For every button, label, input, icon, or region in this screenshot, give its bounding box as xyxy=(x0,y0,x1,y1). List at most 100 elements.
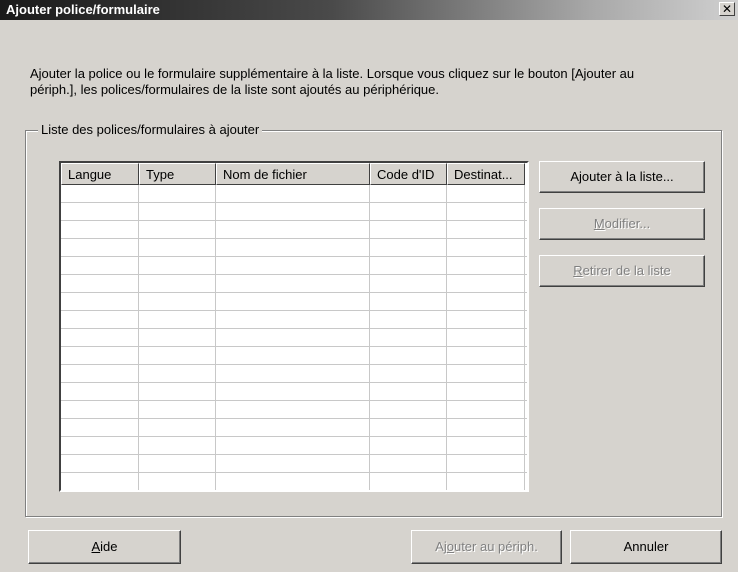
window-title: Ajouter police/formulaire xyxy=(6,2,160,17)
column-header-id-code[interactable]: Code d'ID xyxy=(370,163,447,185)
close-icon: ✕ xyxy=(721,2,733,16)
font-form-listview[interactable]: Langue Type Nom de fichier Code d'ID Des… xyxy=(59,161,529,492)
list-cell xyxy=(370,185,447,202)
list-cell xyxy=(370,311,447,328)
list-row xyxy=(61,419,527,437)
list-row xyxy=(61,203,527,221)
list-cell xyxy=(139,239,216,256)
list-row xyxy=(61,383,527,401)
list-cell xyxy=(447,365,525,382)
column-header-langue[interactable]: Langue xyxy=(61,163,139,185)
list-cell xyxy=(61,257,139,274)
list-cell xyxy=(61,185,139,202)
cancel-label: Annuler xyxy=(623,539,669,554)
listview-body xyxy=(61,185,527,490)
list-cell xyxy=(370,347,447,364)
list-cell xyxy=(61,473,139,490)
list-row xyxy=(61,347,527,365)
list-cell xyxy=(139,311,216,328)
list-cell xyxy=(61,383,139,400)
list-cell xyxy=(139,221,216,238)
list-cell xyxy=(447,383,525,400)
add-to-device-label-accel: o xyxy=(446,539,454,554)
cancel-button[interactable]: Annuler xyxy=(570,530,722,564)
help-button[interactable]: Aide xyxy=(28,530,181,564)
add-to-device-label-pre: Aj xyxy=(435,539,447,554)
add-to-list-button[interactable]: Ajouter à la liste... xyxy=(539,161,705,193)
list-cell xyxy=(447,275,525,292)
list-row xyxy=(61,311,527,329)
list-cell xyxy=(447,473,525,490)
add-to-list-label-pre: A xyxy=(570,169,579,184)
add-to-device-label-post: uter au périph. xyxy=(453,539,538,554)
description-line-1: Ajouter la police ou le formulaire suppl… xyxy=(30,66,635,81)
modify-label-accel: M xyxy=(593,216,605,231)
list-row xyxy=(61,437,527,455)
list-cell xyxy=(139,455,216,472)
list-cell xyxy=(139,203,216,220)
list-row xyxy=(61,221,527,239)
list-row xyxy=(61,329,527,347)
list-cell xyxy=(216,293,370,310)
list-row xyxy=(61,401,527,419)
list-cell xyxy=(61,239,139,256)
list-row xyxy=(61,239,527,257)
remove-label-post: etirer de la liste xyxy=(582,263,671,278)
description-line-2: périph.], les polices/formulaires de la … xyxy=(30,82,440,97)
list-cell xyxy=(139,473,216,490)
remove-label-accel: R xyxy=(573,263,583,278)
column-header-type[interactable]: Type xyxy=(139,163,216,185)
modify-label-post: odifier... xyxy=(604,216,651,231)
add-to-device-button[interactable]: Ajouter au périph. xyxy=(411,530,562,564)
list-cell xyxy=(216,257,370,274)
list-cell xyxy=(61,437,139,454)
list-cell xyxy=(216,365,370,382)
list-cell xyxy=(139,365,216,382)
close-button[interactable]: ✕ xyxy=(719,2,735,16)
list-cell xyxy=(370,257,447,274)
help-label-accel: A xyxy=(91,539,101,554)
column-header-filename[interactable]: Nom de fichier xyxy=(216,163,370,185)
list-cell xyxy=(216,347,370,364)
list-cell xyxy=(216,401,370,418)
list-cell xyxy=(370,419,447,436)
list-cell xyxy=(447,311,525,328)
list-row xyxy=(61,473,527,490)
list-cell xyxy=(61,275,139,292)
list-cell xyxy=(447,185,525,202)
list-cell xyxy=(447,455,525,472)
list-cell xyxy=(216,383,370,400)
modify-button[interactable]: Modifier... xyxy=(539,208,705,240)
list-cell xyxy=(61,455,139,472)
list-cell xyxy=(216,239,370,256)
list-cell xyxy=(61,419,139,436)
list-cell xyxy=(139,401,216,418)
list-cell xyxy=(216,203,370,220)
list-cell xyxy=(447,347,525,364)
list-cell xyxy=(447,401,525,418)
list-cell xyxy=(370,383,447,400)
group-label: Liste des polices/formulaires à ajouter xyxy=(38,122,263,137)
remove-from-list-button[interactable]: Retirer de la liste xyxy=(539,255,705,287)
listview-header: Langue Type Nom de fichier Code d'ID Des… xyxy=(61,163,527,185)
list-cell xyxy=(370,203,447,220)
list-cell xyxy=(61,293,139,310)
list-cell xyxy=(61,329,139,346)
list-cell xyxy=(216,329,370,346)
title-bar: Ajouter police/formulaire ✕ xyxy=(0,0,738,20)
list-cell xyxy=(139,185,216,202)
list-cell xyxy=(216,419,370,436)
add-to-list-label-post: outer à la liste... xyxy=(581,169,674,184)
list-cell xyxy=(216,473,370,490)
list-cell xyxy=(447,419,525,436)
list-cell xyxy=(139,419,216,436)
list-cell xyxy=(370,455,447,472)
list-cell xyxy=(61,347,139,364)
list-cell xyxy=(370,329,447,346)
list-cell xyxy=(216,437,370,454)
column-header-destination[interactable]: Destinat... xyxy=(447,163,525,185)
list-cell xyxy=(216,185,370,202)
list-cell xyxy=(370,239,447,256)
list-cell xyxy=(447,221,525,238)
list-cell xyxy=(370,293,447,310)
